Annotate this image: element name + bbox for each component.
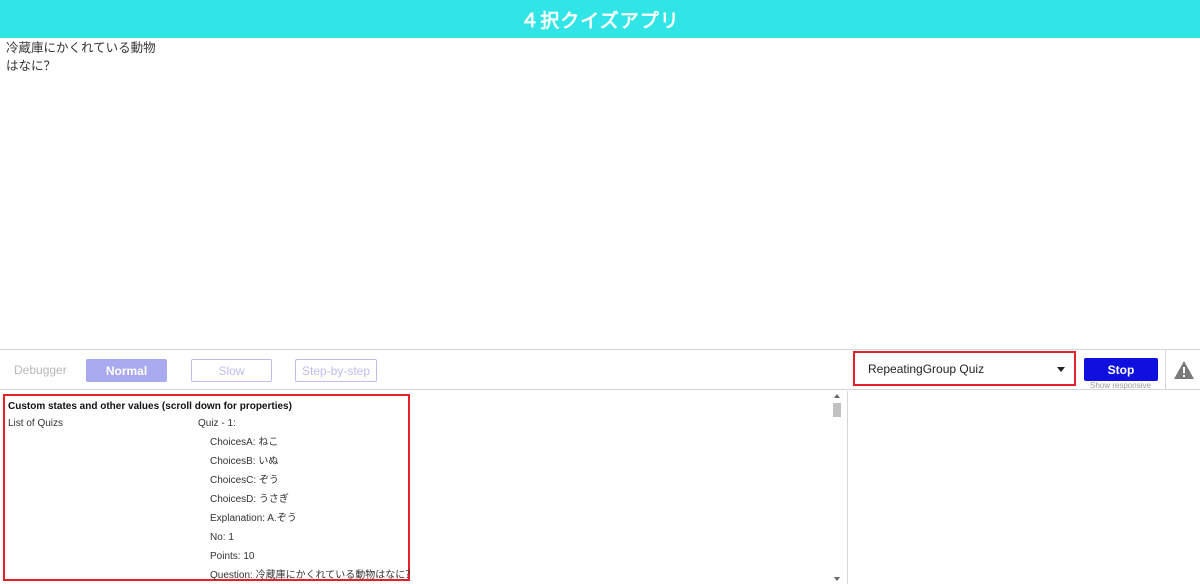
quiz-field: Points: 10	[210, 551, 255, 562]
question-text: 冷蔵庫にかくれている動物 はなに？	[6, 39, 166, 75]
quiz-field: ChoicesB: いぬ	[210, 456, 279, 467]
scroll-thumb[interactable]	[833, 403, 841, 417]
highlighted-states-box: Custom states and other values (scroll d…	[3, 394, 415, 581]
quiz-field: ChoicesD: うさぎ	[210, 494, 289, 505]
question-line-1: 冷蔵庫にかくれている動物	[6, 40, 156, 55]
scroll-down-arrow-icon[interactable]	[834, 577, 840, 581]
chevron-down-icon	[1057, 367, 1065, 372]
quiz-field: ChoicesA: ねこ	[210, 437, 279, 448]
quiz-field: ChoicesC: ぞう	[210, 475, 279, 486]
quiz-field: Explanation: A.ぞう	[210, 513, 297, 524]
question-line-2: はなに？	[6, 58, 57, 73]
slow-mode-button[interactable]: Slow	[191, 359, 272, 382]
scroll-up-arrow-icon[interactable]	[834, 394, 840, 398]
step-by-step-button[interactable]: Step-by-step	[295, 359, 377, 382]
state-label-list-of-quizs: List of Quizs	[8, 418, 64, 429]
quiz-fields-list: ChoicesA: ねこ ChoicesB: いぬ ChoicesC: ぞう C…	[210, 437, 415, 584]
custom-states-panel: Custom states and other values (scroll d…	[0, 391, 848, 584]
quiz-field: Question: 冷蔵庫にかくれている動物はなに？	[210, 570, 416, 581]
app-header: ４択クイズアプリ	[0, 0, 1200, 38]
normal-mode-button[interactable]: Normal	[86, 359, 167, 382]
states-title: Custom states and other values (scroll d…	[8, 401, 292, 412]
states-scrollbar[interactable]	[831, 391, 843, 584]
warning-triangle-icon[interactable]	[1173, 360, 1195, 380]
toolbar-divider	[1165, 350, 1166, 389]
inspect-element-value: RepeatingGroup Quiz	[868, 361, 985, 376]
quiz-field: No: 1	[210, 532, 234, 543]
app-title: ４択クイズアプリ	[520, 9, 680, 32]
show-responsive-link[interactable]: Show responsive	[1090, 381, 1151, 390]
inspect-element-dropdown[interactable]: RepeatingGroup Quiz	[853, 351, 1076, 386]
debugger-label: Debugger	[14, 363, 67, 377]
state-value-header: Quiz - 1:	[198, 418, 236, 429]
stop-button[interactable]: Stop	[1084, 358, 1158, 381]
